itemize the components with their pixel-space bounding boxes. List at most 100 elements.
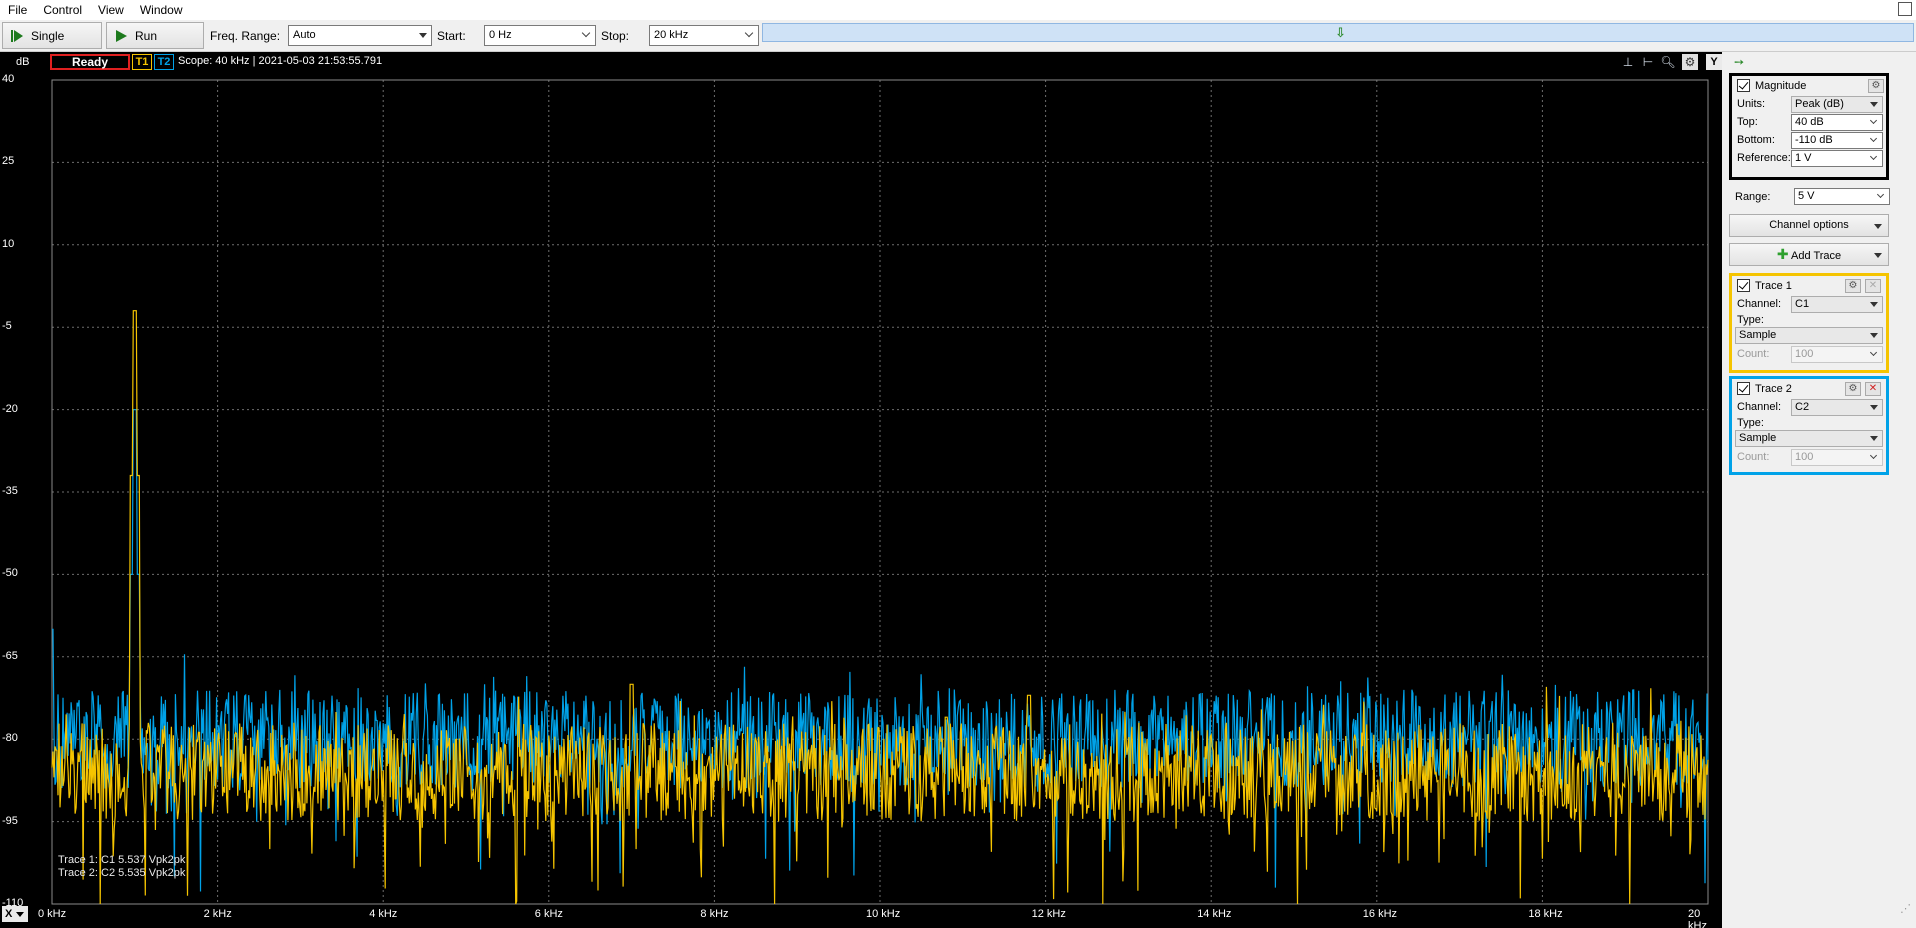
legend-trace1: Trace 1: C1 5.537 Vpk2pk xyxy=(58,854,186,866)
start-label: Start: xyxy=(437,29,466,43)
spectrum-plot[interactable]: dB Ready T1 T2 Scope: 40 kHz | 2021-05-0… xyxy=(0,52,1722,928)
start-value: 0 Hz xyxy=(489,29,512,41)
menu-file[interactable]: File xyxy=(0,0,35,20)
window-restore-icon[interactable] xyxy=(1898,2,1912,16)
dropdown-arrow-icon xyxy=(1870,333,1878,338)
single-button[interactable]: Single xyxy=(2,22,102,49)
plus-icon: ✚ xyxy=(1776,246,1789,262)
x-tick-label: 8 kHz xyxy=(700,908,729,920)
x-tick-label: 14 kHz xyxy=(1197,908,1232,920)
menu-view[interactable]: View xyxy=(90,0,132,20)
dropdown-arrow-icon xyxy=(1870,405,1878,410)
trace2-checkbox[interactable] xyxy=(1737,382,1750,395)
y-tick-label: -65 xyxy=(2,649,18,662)
x-tick-label: 12 kHz xyxy=(1031,908,1066,920)
trace2-badge[interactable]: T2 xyxy=(154,54,174,70)
toolbar: Single Run Freq. Range: Auto Start: 0 Hz… xyxy=(0,20,1916,52)
chevron-down-icon xyxy=(1869,116,1878,125)
top-select[interactable]: 40 dB xyxy=(1791,114,1883,131)
reference-label: Reference: xyxy=(1737,152,1791,164)
spectrum-chart[interactable] xyxy=(0,52,1722,928)
stop-value: 20 kHz xyxy=(654,29,689,41)
trace2-group: Trace 2 ⚙ ✕ Channel: C2 Type: Sample Cou… xyxy=(1729,376,1889,475)
trace2-type-select[interactable]: Sample xyxy=(1735,430,1883,447)
zoom-y-icon[interactable]: ⊢ xyxy=(1640,54,1656,70)
trace1-count-label: Count: xyxy=(1737,348,1770,360)
units-value: Peak (dB) xyxy=(1795,98,1844,110)
dropdown-arrow-icon xyxy=(1874,224,1882,229)
trace2-channel-value: C2 xyxy=(1795,401,1810,413)
y-tick-label: -5 xyxy=(2,320,12,333)
freq-range-select[interactable]: Auto xyxy=(288,25,432,46)
trace2-channel-select[interactable]: C2 xyxy=(1791,399,1883,416)
trace2-count-label: Count: xyxy=(1737,451,1770,463)
add-trace-button[interactable]: ✚ Add Trace xyxy=(1729,243,1889,266)
chevron-down-icon xyxy=(1869,348,1878,357)
right-arrow-icon[interactable]: ➙ xyxy=(1734,56,1744,68)
x-tick-label: 4 kHz xyxy=(369,908,398,920)
x-tick-label: 20 kHz xyxy=(1688,908,1707,928)
bottom-select[interactable]: -110 dB xyxy=(1791,132,1883,149)
down-arrow-icon[interactable]: ⇩ xyxy=(1335,26,1346,40)
trace2-title: Trace 2 xyxy=(1755,383,1792,395)
magnifier-icon[interactable]: 🔍︎ xyxy=(1660,54,1676,70)
magnitude-group: Magnitude ⚙ Units: Peak (dB) Top: 40 dB … xyxy=(1729,73,1889,180)
trace1-settings-icon[interactable]: ⚙ xyxy=(1845,279,1861,293)
trace1-channel-label: Channel: xyxy=(1737,298,1782,310)
magnitude-settings-icon[interactable]: ⚙ xyxy=(1868,79,1884,93)
frequency-range-slider[interactable]: ⇩ xyxy=(762,23,1914,42)
resize-grip-icon[interactable]: ⋰ xyxy=(1900,902,1911,915)
y-axis-button[interactable]: Y xyxy=(1706,54,1722,70)
trace1-group: Trace 1 ⚙ ✕ Channel: C1 Type: Sample Cou… xyxy=(1729,273,1889,373)
freq-range-value: Auto xyxy=(293,29,316,41)
menu-window[interactable]: Window xyxy=(132,0,191,20)
x-tick-label: 16 kHz xyxy=(1362,908,1398,920)
trace2-channel-label: Channel: xyxy=(1737,401,1782,413)
dropdown-arrow-icon xyxy=(1874,253,1882,258)
trace1-type-value: Sample xyxy=(1739,329,1777,341)
reference-select[interactable]: 1 V xyxy=(1791,150,1883,167)
y-axis-unit: dB xyxy=(16,56,30,68)
legend-trace2: Trace 2: C2 5.535 Vpk2pk xyxy=(58,867,186,879)
trace2-count-value: 100 xyxy=(1795,451,1814,463)
magnitude-checkbox[interactable] xyxy=(1737,79,1750,92)
stop-frequency-select[interactable]: 20 kHz xyxy=(649,25,759,46)
trace1-count-select: 100 xyxy=(1791,346,1883,363)
trace1-delete-icon[interactable]: ✕ xyxy=(1865,279,1881,293)
channel-options-button[interactable]: Channel options xyxy=(1729,214,1889,237)
units-select[interactable]: Peak (dB) xyxy=(1791,96,1883,113)
status-ready: Ready xyxy=(50,54,130,70)
settings-panel xyxy=(1722,52,1916,928)
trace1-title: Trace 1 xyxy=(1755,280,1792,292)
trace2-type-label: Type: xyxy=(1737,417,1764,429)
range-select[interactable]: 5 V xyxy=(1794,188,1890,205)
dropdown-arrow-icon xyxy=(1870,436,1878,441)
run-label: Run xyxy=(135,28,158,43)
trace2-settings-icon[interactable]: ⚙ xyxy=(1845,382,1861,396)
chevron-down-icon xyxy=(1876,190,1885,199)
run-button[interactable]: Run xyxy=(106,22,204,49)
trace2-delete-icon[interactable]: ✕ xyxy=(1865,382,1881,396)
units-label: Units: xyxy=(1737,98,1766,110)
top-value: 40 dB xyxy=(1795,116,1824,128)
settings-icon[interactable]: ⚙ xyxy=(1682,54,1698,70)
y-tick-label: 40 xyxy=(2,73,15,85)
top-label: Top: xyxy=(1737,116,1758,128)
magnitude-title: Magnitude xyxy=(1755,80,1807,92)
chevron-down-icon xyxy=(1869,451,1878,460)
y-tick-label: 10 xyxy=(2,237,15,250)
x-tick-label: 6 kHz xyxy=(534,908,563,920)
zoom-x-icon[interactable]: ⊥ xyxy=(1620,54,1636,70)
bottom-label: Bottom: xyxy=(1737,134,1775,146)
trace1-channel-select[interactable]: C1 xyxy=(1791,296,1883,313)
menu-control[interactable]: Control xyxy=(35,0,90,20)
y-tick-label: -110 xyxy=(2,897,24,909)
trace1-channel-value: C1 xyxy=(1795,298,1810,310)
y-tick-label: 25 xyxy=(2,155,15,168)
trace1-badge[interactable]: T1 xyxy=(132,54,152,70)
trace1-type-select[interactable]: Sample xyxy=(1735,327,1883,344)
trace1-checkbox[interactable] xyxy=(1737,279,1750,292)
single-label: Single xyxy=(31,28,65,43)
range-label: Range: xyxy=(1735,191,1771,203)
start-frequency-select[interactable]: 0 Hz xyxy=(484,25,596,46)
